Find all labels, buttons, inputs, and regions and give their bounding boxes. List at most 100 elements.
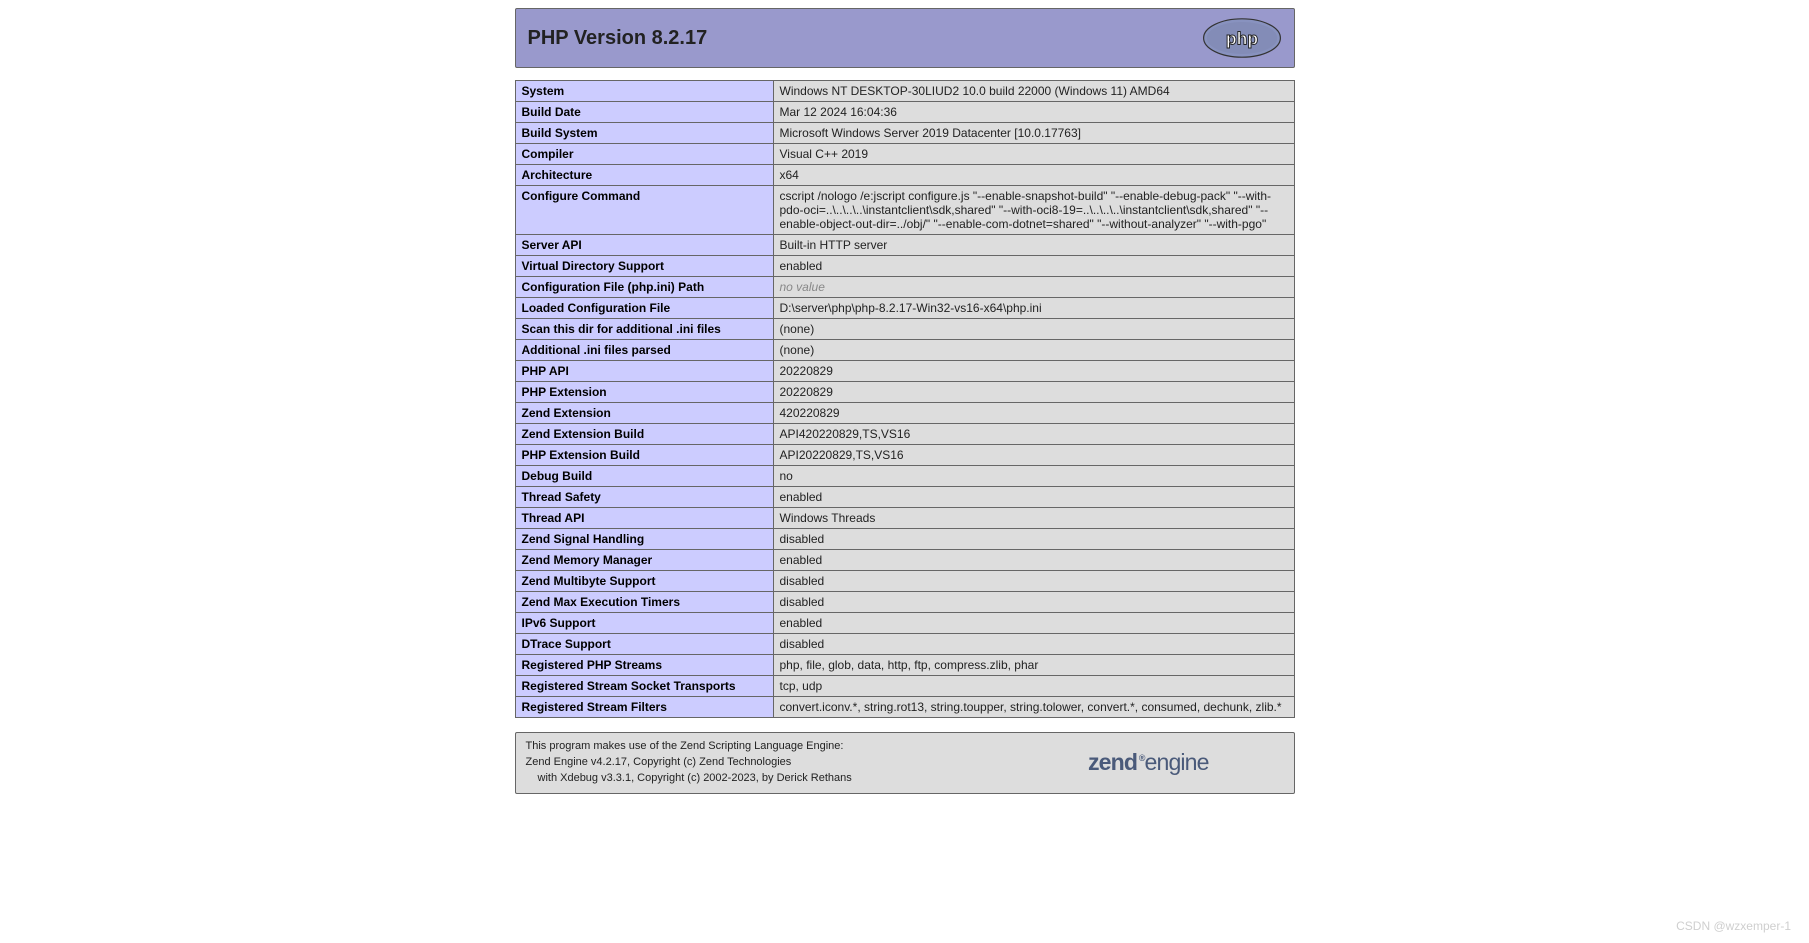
row-key: Debug Build — [515, 466, 773, 487]
page-title: PHP Version 8.2.17 — [528, 27, 708, 50]
row-value: enabled — [773, 613, 1294, 634]
row-key: Zend Signal Handling — [515, 529, 773, 550]
table-row: Build DateMar 12 2024 16:04:36 — [515, 102, 1294, 123]
table-row: Scan this dir for additional .ini files(… — [515, 319, 1294, 340]
row-value: enabled — [773, 487, 1294, 508]
row-value: Windows NT DESKTOP-30LIUD2 10.0 build 22… — [773, 81, 1294, 102]
row-value: disabled — [773, 571, 1294, 592]
info-table: SystemWindows NT DESKTOP-30LIUD2 10.0 bu… — [515, 80, 1295, 718]
row-key: Architecture — [515, 165, 773, 186]
row-key: Registered Stream Filters — [515, 697, 773, 718]
row-key: Zend Max Execution Timers — [515, 592, 773, 613]
row-key: Compiler — [515, 144, 773, 165]
header-box: PHP Version 8.2.17 php — [515, 8, 1295, 68]
zend-line-1: This program makes use of the Zend Scrip… — [526, 740, 844, 752]
table-row: Virtual Directory Supportenabled — [515, 256, 1294, 277]
row-key: Zend Memory Manager — [515, 550, 773, 571]
table-row: PHP API20220829 — [515, 361, 1294, 382]
php-logo-icon: php — [1202, 17, 1282, 59]
svg-text:php: php — [1225, 28, 1257, 48]
row-value: cscript /nologo /e:jscript configure.js … — [773, 186, 1294, 235]
svg-text:zend®engine: zend®engine — [1088, 749, 1209, 775]
row-key: Registered PHP Streams — [515, 655, 773, 676]
table-row: Thread Safetyenabled — [515, 487, 1294, 508]
row-key: Zend Extension — [515, 403, 773, 424]
table-row: Debug Buildno — [515, 466, 1294, 487]
row-key: Registered Stream Socket Transports — [515, 676, 773, 697]
row-key: Additional .ini files parsed — [515, 340, 773, 361]
row-key: System — [515, 81, 773, 102]
row-value: (none) — [773, 340, 1294, 361]
row-key: Zend Multibyte Support — [515, 571, 773, 592]
row-value: D:\server\php\php-8.2.17-Win32-vs16-x64\… — [773, 298, 1294, 319]
table-row: Zend Max Execution Timersdisabled — [515, 592, 1294, 613]
zend-box: This program makes use of the Zend Scrip… — [515, 732, 1295, 794]
table-row: CompilerVisual C++ 2019 — [515, 144, 1294, 165]
phpinfo-page: PHP Version 8.2.17 php SystemWindows NT … — [515, 8, 1295, 794]
table-row: Server APIBuilt-in HTTP server — [515, 235, 1294, 256]
row-value: Windows Threads — [773, 508, 1294, 529]
row-key: IPv6 Support — [515, 613, 773, 634]
row-key: Thread API — [515, 508, 773, 529]
table-row: Registered Stream Socket Transportstcp, … — [515, 676, 1294, 697]
row-value: (none) — [773, 319, 1294, 340]
row-key: Build Date — [515, 102, 773, 123]
row-value: API420220829,TS,VS16 — [773, 424, 1294, 445]
table-row: PHP Extension20220829 — [515, 382, 1294, 403]
row-value: 20220829 — [773, 382, 1294, 403]
row-value: 20220829 — [773, 361, 1294, 382]
table-row: Configuration File (php.ini) Pathno valu… — [515, 277, 1294, 298]
row-key: Thread Safety — [515, 487, 773, 508]
table-row: Zend Memory Managerenabled — [515, 550, 1294, 571]
table-row: Zend Extension BuildAPI420220829,TS,VS16 — [515, 424, 1294, 445]
row-value: tcp, udp — [773, 676, 1294, 697]
row-value: Mar 12 2024 16:04:36 — [773, 102, 1294, 123]
row-key: Virtual Directory Support — [515, 256, 773, 277]
table-row: IPv6 Supportenabled — [515, 613, 1294, 634]
zend-engine-logo-icon: zend®engine — [1088, 747, 1284, 779]
table-row: Thread APIWindows Threads — [515, 508, 1294, 529]
row-value: disabled — [773, 592, 1294, 613]
row-key: Zend Extension Build — [515, 424, 773, 445]
row-key: Configure Command — [515, 186, 773, 235]
table-row: Additional .ini files parsed(none) — [515, 340, 1294, 361]
table-row: Configure Commandcscript /nologo /e:jscr… — [515, 186, 1294, 235]
row-key: Build System — [515, 123, 773, 144]
table-row: PHP Extension BuildAPI20220829,TS,VS16 — [515, 445, 1294, 466]
table-row: Registered PHP Streamsphp, file, glob, d… — [515, 655, 1294, 676]
table-row: Build SystemMicrosoft Windows Server 201… — [515, 123, 1294, 144]
row-value: x64 — [773, 165, 1294, 186]
row-value: Microsoft Windows Server 2019 Datacenter… — [773, 123, 1294, 144]
table-row: Zend Extension420220829 — [515, 403, 1294, 424]
row-key: Server API — [515, 235, 773, 256]
watermark: CSDN @wzxemper-1 — [1676, 919, 1791, 933]
row-key: DTrace Support — [515, 634, 773, 655]
row-value: Visual C++ 2019 — [773, 144, 1294, 165]
row-value: enabled — [773, 550, 1294, 571]
row-value: php, file, glob, data, http, ftp, compre… — [773, 655, 1294, 676]
row-value: 420220829 — [773, 403, 1294, 424]
row-key: Scan this dir for additional .ini files — [515, 319, 773, 340]
row-value: disabled — [773, 529, 1294, 550]
row-key: Configuration File (php.ini) Path — [515, 277, 773, 298]
table-row: Loaded Configuration FileD:\server\php\p… — [515, 298, 1294, 319]
table-row: Zend Signal Handlingdisabled — [515, 529, 1294, 550]
table-row: Zend Multibyte Supportdisabled — [515, 571, 1294, 592]
row-key: PHP Extension Build — [515, 445, 773, 466]
row-value: convert.iconv.*, string.rot13, string.to… — [773, 697, 1294, 718]
row-key: PHP Extension — [515, 382, 773, 403]
zend-line-2: Zend Engine v4.2.17, Copyright (c) Zend … — [526, 756, 792, 768]
row-value: enabled — [773, 256, 1294, 277]
table-row: Architecturex64 — [515, 165, 1294, 186]
row-value: Built-in HTTP server — [773, 235, 1294, 256]
row-key: Loaded Configuration File — [515, 298, 773, 319]
table-row: SystemWindows NT DESKTOP-30LIUD2 10.0 bu… — [515, 81, 1294, 102]
row-value: API20220829,TS,VS16 — [773, 445, 1294, 466]
zend-line-3: with Xdebug v3.3.1, Copyright (c) 2002-2… — [526, 771, 852, 787]
row-key: PHP API — [515, 361, 773, 382]
zend-text: This program makes use of the Zend Scrip… — [526, 739, 852, 787]
row-value: no value — [773, 277, 1294, 298]
table-row: DTrace Supportdisabled — [515, 634, 1294, 655]
table-row: Registered Stream Filtersconvert.iconv.*… — [515, 697, 1294, 718]
row-value: disabled — [773, 634, 1294, 655]
